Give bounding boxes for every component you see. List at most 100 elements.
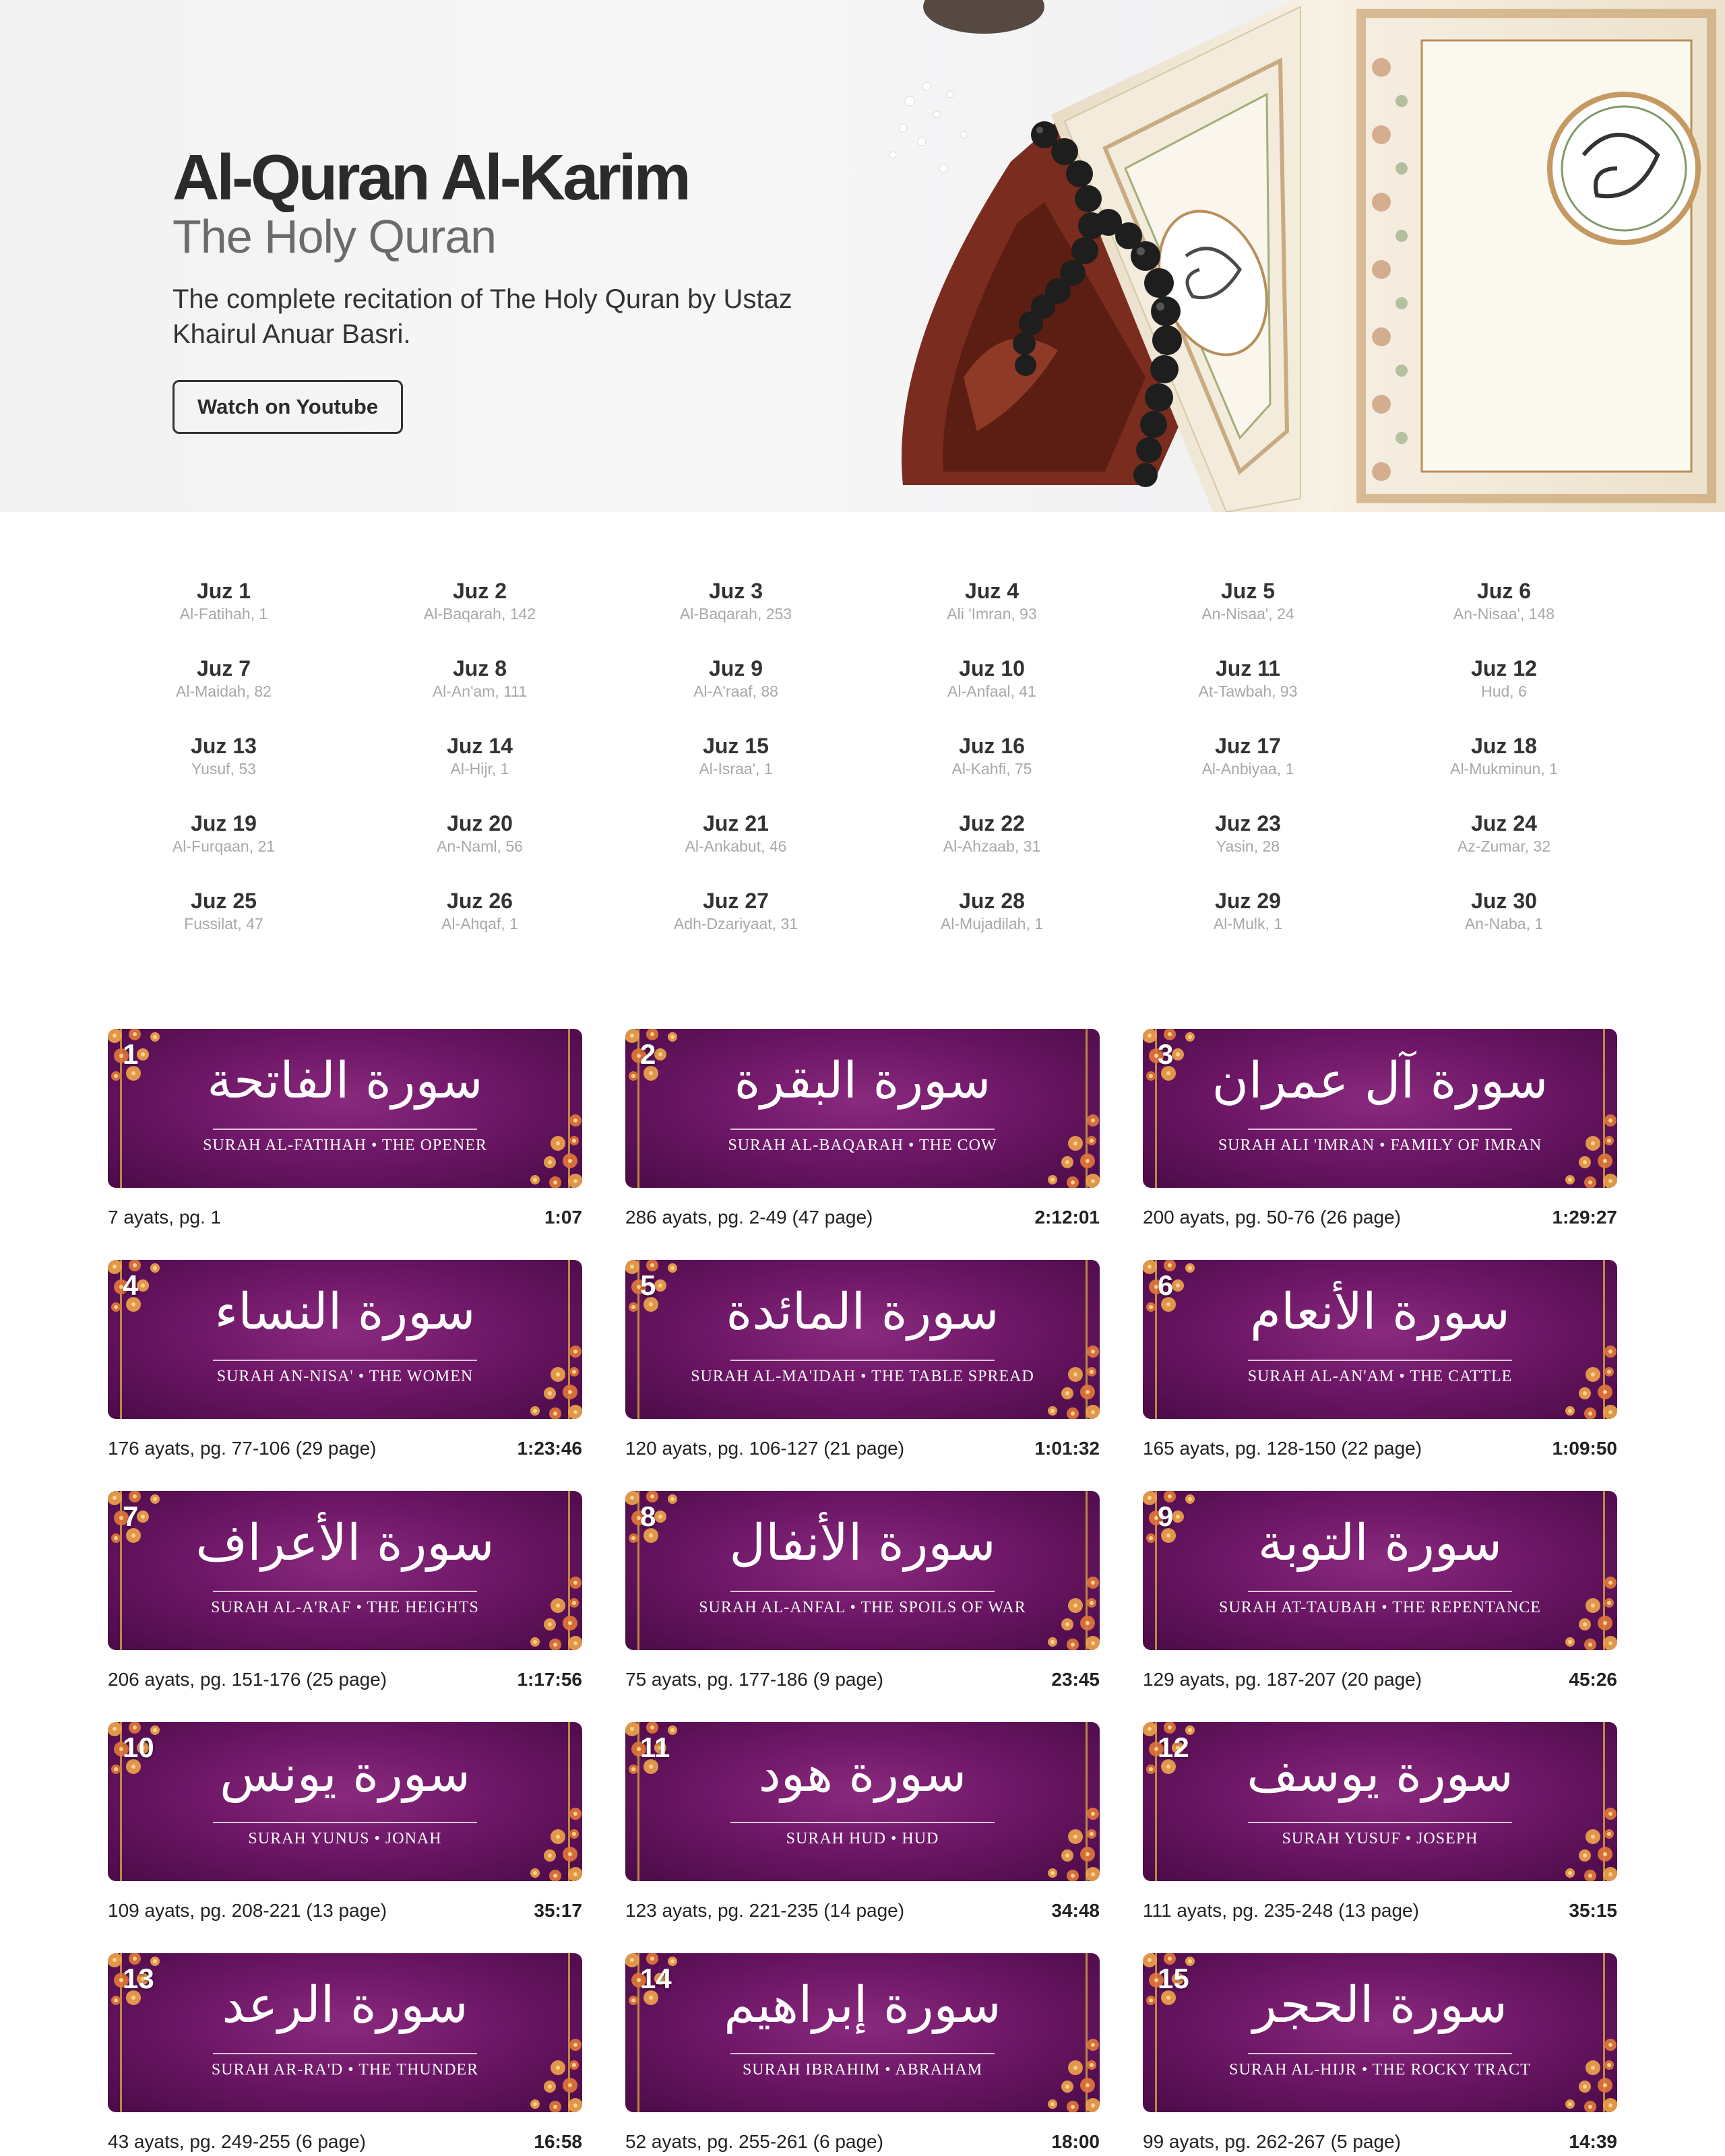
title-divider <box>1248 2053 1512 2054</box>
juz-item[interactable]: Juz 14 Al-Hijr, 1 <box>352 733 608 779</box>
surah-duration: 1:09:50 <box>1552 1438 1617 1459</box>
juz-item[interactable]: Juz 7 Al-Maidah, 82 <box>96 656 352 701</box>
surah-card[interactable]: 8 سورة الأنفال SURAH AL-ANFAL • THE SPOILS… <box>625 1491 1100 1700</box>
juz-item[interactable]: Juz 17 Al-Anbiyaa, 1 <box>1120 733 1376 779</box>
surah-thumbnail[interactable]: 10 سورة يونس SURAH YUNUS • JONAH <box>108 1722 582 1881</box>
surah-card[interactable]: 2 سورة البقرة SURAH AL-BAQARAH • THE COW 28… <box>625 1029 1100 1238</box>
surah-arabic-title: سورة النساء <box>214 1283 476 1341</box>
juz-title: Juz 25 <box>191 889 257 913</box>
juz-start-surah: Al-Ahqaf, 1 <box>441 915 518 932</box>
juz-item[interactable]: Juz 23 Yasin, 28 <box>1120 811 1376 856</box>
juz-item[interactable]: Juz 15 Al-Israa', 1 <box>608 733 864 779</box>
juz-title: Juz 7 <box>196 656 251 680</box>
juz-item[interactable]: Juz 5 An-Nisaa', 24 <box>1120 578 1376 624</box>
juz-item[interactable]: Juz 3 Al-Baqarah, 253 <box>608 578 864 624</box>
surah-meta: 129 ayats, pg. 187-207 (20 page) 45:26 <box>1143 1666 1617 1693</box>
title-divider <box>1248 1129 1512 1130</box>
surah-thumbnail[interactable]: 15 سورة الحجر SURAH AL-HIJR • THE ROCKY TR… <box>1143 1953 1617 2112</box>
surah-thumbnail[interactable]: 4 سورة النساء SURAH AN-NISA' • THE WOMEN <box>108 1260 582 1419</box>
juz-start-surah: Al-Furqaan, 21 <box>172 837 276 855</box>
juz-item[interactable]: Juz 12 Hud, 6 <box>1376 656 1632 701</box>
juz-item[interactable]: Juz 10 Al-Anfaal, 41 <box>864 656 1120 701</box>
surah-thumbnail[interactable]: 6 سورة الأنعام SURAH AL-AN'AM • THE CATTLE <box>1143 1260 1617 1419</box>
surah-thumbnail[interactable]: 14 سورة إبراهيم SURAH IBRAHIM • ABRAHAM <box>625 1953 1100 2112</box>
juz-start-surah: Yusuf, 53 <box>191 760 256 778</box>
surah-thumbnail[interactable]: 12 سورة يوسف SURAH YUSUF • JOSEPH <box>1143 1722 1617 1881</box>
juz-item[interactable]: Juz 28 Al-Mujadilah, 1 <box>864 888 1120 934</box>
juz-item[interactable]: Juz 24 Az-Zumar, 32 <box>1376 811 1632 856</box>
surah-card[interactable]: 10 سورة يونس SURAH YUNUS • JONAH 109 ayats,… <box>108 1722 582 1931</box>
surah-number: 12 <box>1158 1732 1189 1763</box>
title-divider <box>1248 1822 1512 1823</box>
juz-start-surah: An-Naba, 1 <box>1464 915 1544 932</box>
surah-duration: 1:07 <box>544 1207 582 1228</box>
surah-thumbnail[interactable]: 5 سورة المائدة SURAH AL-MA'IDAH • THE TABL… <box>625 1260 1100 1419</box>
juz-item[interactable]: Juz 19 Al-Furqaan, 21 <box>96 811 352 856</box>
surah-card[interactable]: 15 سورة الحجر SURAH AL-HIJR • THE ROCKY TR… <box>1143 1953 1617 2156</box>
surah-duration: 35:17 <box>534 1900 582 1921</box>
surah-arabic-title: سورة آل عمران <box>1212 1052 1548 1110</box>
surah-card[interactable]: 3 سورة آل عمران SURAH ALI 'IMRAN • FAMILY … <box>1143 1029 1617 1238</box>
juz-item[interactable]: Juz 25 Fussilat, 47 <box>96 888 352 934</box>
juz-start-surah: Fussilat, 47 <box>184 915 263 932</box>
juz-item[interactable]: Juz 26 Al-Ahqaf, 1 <box>352 888 608 934</box>
surah-meta: 43 ayats, pg. 249-255 (6 page) 16:58 <box>108 2128 582 2155</box>
surah-number: 9 <box>1158 1500 1174 1532</box>
juz-item[interactable]: Juz 30 An-Naba, 1 <box>1376 888 1632 934</box>
juz-item[interactable]: Juz 16 Al-Kahfi, 75 <box>864 733 1120 779</box>
juz-item[interactable]: Juz 21 Al-Ankabut, 46 <box>608 811 864 856</box>
juz-title: Juz 30 <box>1471 889 1537 913</box>
juz-item[interactable]: Juz 20 An-Naml, 56 <box>352 811 608 856</box>
surah-thumbnail[interactable]: 1 سورة الفاتحة SURAH AL-FATIHAH • THE OPEN… <box>108 1029 582 1188</box>
juz-item[interactable]: Juz 18 Al-Mukminun, 1 <box>1376 733 1632 779</box>
surah-thumbnail[interactable]: 13 سورة الرعد SURAH AR-RA'D • THE THUNDER <box>108 1953 582 2112</box>
surah-card[interactable]: 14 سورة إبراهيم SURAH IBRAHIM • ABRAHAM 52 … <box>625 1953 1100 2156</box>
juz-item[interactable]: Juz 9 Al-A'raaf, 88 <box>608 656 864 701</box>
surah-number: 15 <box>1158 1963 1189 1994</box>
surah-duration: 18:00 <box>1051 2131 1100 2152</box>
surah-thumbnail[interactable]: 11 سورة هود SURAH HUD • HUD <box>625 1722 1100 1881</box>
surah-duration: 1:01:32 <box>1034 1438 1100 1459</box>
juz-item[interactable]: Juz 13 Yusuf, 53 <box>96 733 352 779</box>
surah-thumbnail[interactable]: 3 سورة آل عمران SURAH ALI 'IMRAN • FAMILY … <box>1143 1029 1617 1188</box>
surah-thumbnail[interactable]: 2 سورة البقرة SURAH AL-BAQARAH • THE COW <box>625 1029 1100 1188</box>
page-title: Al-Quran Al-Karim <box>172 141 691 214</box>
surah-english-title: SURAH AL-AN'AM • THE CATTLE <box>1247 1368 1513 1385</box>
juz-start-surah: Al-Anbiyaa, 1 <box>1201 760 1294 778</box>
juz-item[interactable]: Juz 29 Al-Mulk, 1 <box>1120 888 1376 934</box>
surah-card[interactable]: 4 سورة النساء SURAH AN-NISA' • THE WOMEN 17… <box>108 1260 582 1469</box>
juz-item[interactable]: Juz 1 Al-Fatihah, 1 <box>96 578 352 624</box>
juz-item[interactable]: Juz 8 Al-An'am, 111 <box>352 656 608 701</box>
surah-arabic-title: سورة هود <box>758 1745 967 1803</box>
juz-item[interactable]: Juz 22 Al-Ahzaab, 31 <box>864 811 1120 856</box>
surah-arabic-title: سورة المائدة <box>726 1283 999 1341</box>
watch-on-youtube-button[interactable]: Watch on Youtube <box>172 380 404 434</box>
juz-title: Juz 29 <box>1215 889 1281 913</box>
juz-item[interactable]: Juz 27 Adh-Dzariyaat, 31 <box>608 888 864 934</box>
surah-meta: 286 ayats, pg. 2-49 (47 page) 2:12:01 <box>625 1204 1100 1231</box>
juz-item[interactable]: Juz 11 At-Tawbah, 93 <box>1120 656 1376 701</box>
surah-card[interactable]: 5 سورة المائدة SURAH AL-MA'IDAH • THE TABL… <box>625 1260 1100 1469</box>
surah-duration: 14:39 <box>1569 2131 1617 2152</box>
juz-title: Juz 2 <box>452 579 507 603</box>
surah-card[interactable]: 11 سورة هود SURAH HUD • HUD 123 ayats, pg. … <box>625 1722 1100 1931</box>
juz-start-surah: Ali 'Imran, 93 <box>947 605 1037 623</box>
surah-duration: 1:23:46 <box>517 1438 582 1459</box>
surah-card[interactable]: 6 سورة الأنعام SURAH AL-AN'AM • THE CATTLE… <box>1143 1260 1617 1469</box>
surah-card[interactable]: 9 سورة التوبة SURAH AT-TAUBAH • THE REPENT… <box>1143 1491 1617 1700</box>
surah-card[interactable]: 1 سورة الفاتحة SURAH AL-FATIHAH • THE OPEN… <box>108 1029 582 1238</box>
surah-number: 2 <box>640 1038 656 1070</box>
title-divider <box>1248 1591 1512 1592</box>
juz-item[interactable]: Juz 4 Ali 'Imran, 93 <box>864 578 1120 624</box>
title-divider <box>730 1129 995 1130</box>
surah-card[interactable]: 7 سورة الأعراف SURAH AL-A'RAF • THE HEIGHT… <box>108 1491 582 1700</box>
surah-card[interactable]: 12 سورة يوسف SURAH YUSUF • JOSEPH 111 ayats… <box>1143 1722 1617 1931</box>
juz-title: Juz 1 <box>196 579 251 603</box>
surah-thumbnail[interactable]: 8 سورة الأنفال SURAH AL-ANFAL • THE SPOILS… <box>625 1491 1100 1650</box>
surah-thumbnail[interactable]: 9 سورة التوبة SURAH AT-TAUBAH • THE REPENT… <box>1143 1491 1617 1650</box>
juz-item[interactable]: Juz 2 Al-Baqarah, 142 <box>352 578 608 624</box>
surah-card[interactable]: 13 سورة الرعد SURAH AR-RA'D • THE THUNDER 4… <box>108 1953 582 2156</box>
surah-thumbnail[interactable]: 7 سورة الأعراف SURAH AL-A'RAF • THE HEIGHT… <box>108 1491 582 1650</box>
juz-start-surah: Al-Ankabut, 46 <box>685 837 787 855</box>
juz-item[interactable]: Juz 6 An-Nisaa', 148 <box>1376 578 1632 624</box>
